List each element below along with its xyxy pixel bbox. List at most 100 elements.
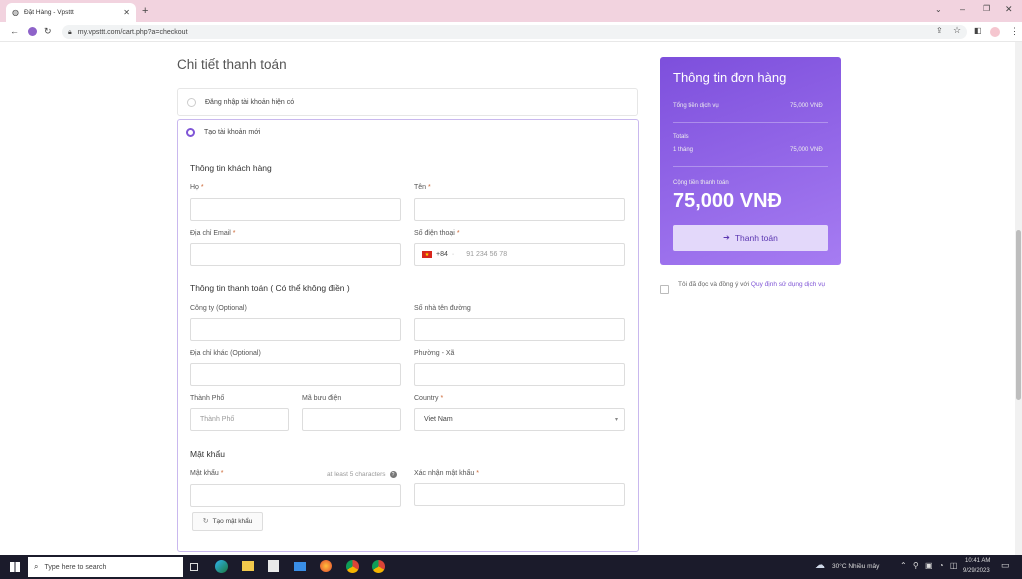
- billing-section-title: Thông tin thanh toán ( Có thể không điền…: [190, 283, 350, 293]
- first-name-input[interactable]: [414, 198, 625, 221]
- chrome-profile-icon[interactable]: [372, 560, 385, 573]
- browser-tab[interactable]: ◍ Đặt Hàng - Vpsttt ✕: [6, 3, 136, 22]
- tab-title: Đặt Hàng - Vpsttt: [23, 9, 74, 16]
- edge-icon[interactable]: [215, 560, 228, 573]
- period-value: 75,000 VNĐ: [790, 147, 823, 153]
- country-select[interactable]: Viet Nam ▾: [414, 408, 625, 431]
- street-input[interactable]: [414, 318, 625, 341]
- weather-text[interactable]: 30°C Nhiều mây: [832, 563, 879, 570]
- terms-checkbox[interactable]: [660, 285, 669, 294]
- scrollbar-thumb[interactable]: [1016, 230, 1021, 400]
- city-placeholder: Thành Phố: [200, 416, 235, 423]
- email-label: Địa chỉ Email *: [190, 230, 236, 237]
- summary-divider-1: [673, 122, 828, 123]
- page-title: Chi tiết thanh toán: [177, 57, 287, 72]
- taskbar-search[interactable]: ⌕ Type here to search: [28, 557, 183, 577]
- email-input[interactable]: [190, 243, 401, 266]
- grand-total-value: 75,000 VNĐ: [673, 190, 782, 212]
- file-explorer-icon[interactable]: [242, 561, 254, 571]
- profile-dot-icon[interactable]: [28, 27, 37, 36]
- sidepanel-icon[interactable]: ◧: [974, 27, 982, 35]
- postcode-input[interactable]: [302, 408, 401, 431]
- chrome-icon[interactable]: [346, 560, 359, 573]
- lock-icon: 🔒︎: [68, 28, 72, 36]
- arrow-right-icon: ➔: [723, 233, 730, 242]
- postcode-label: Mã bưu điện: [302, 395, 342, 402]
- bookmark-star-icon[interactable]: ☆: [953, 26, 961, 35]
- company-input[interactable]: [190, 318, 401, 341]
- minimize-icon[interactable]: –: [960, 5, 965, 14]
- confirm-password-label-text: Xác nhận mật khẩu: [414, 470, 475, 477]
- first-name-label: Tên *: [414, 184, 431, 191]
- ward-input[interactable]: [414, 363, 625, 386]
- country-label-text: Country: [414, 395, 439, 402]
- share-icon[interactable]: ⇪: [936, 27, 943, 35]
- create-radio[interactable]: [186, 128, 195, 137]
- phone-country-code[interactable]: +84: [436, 251, 448, 258]
- service-total-label: Tổng tiền dịch vụ: [673, 103, 719, 109]
- reload-icon[interactable]: ↻: [44, 27, 52, 36]
- browser-tab-bar: [0, 0, 1022, 22]
- vietnam-flag-icon: ★: [422, 251, 432, 258]
- terms-text: Tôi đã đọc và đồng ý với Quy định sử dụn…: [678, 279, 840, 291]
- login-label: Đăng nhập tài khoản hiện có: [205, 98, 295, 106]
- password-input[interactable]: [190, 484, 401, 507]
- mail-icon[interactable]: [294, 562, 306, 571]
- street-label: Số nhà tên đường: [414, 305, 471, 312]
- notifications-icon[interactable]: ▭: [1001, 561, 1010, 570]
- avatar[interactable]: [990, 27, 1000, 37]
- system-tray-icons[interactable]: ⌃ ⚲ ▣ ◔ ◫: [900, 561, 959, 570]
- menu-icon[interactable]: ⋮: [1010, 27, 1019, 36]
- search-icon: ⌕: [34, 562, 39, 571]
- windows-start-icon[interactable]: [10, 562, 20, 572]
- taskbar-date[interactable]: 9/29/2023: [963, 568, 990, 574]
- address2-input[interactable]: [190, 363, 401, 386]
- tab-search-icon[interactable]: ⌄: [935, 6, 942, 14]
- address-bar[interactable]: 🔒︎ my.vpsttt.com/cart.php?a=checkout: [62, 25, 967, 39]
- pay-button-label: Thanh toán: [734, 233, 778, 243]
- phone-placeholder: 91 234 56 78: [466, 251, 508, 258]
- pay-button[interactable]: ➔ Thanh toán: [673, 225, 828, 251]
- email-label-text: Địa chỉ Email: [190, 230, 231, 237]
- last-name-label-text: Họ: [190, 184, 199, 191]
- store-icon[interactable]: [268, 560, 279, 572]
- grand-total-label: Cộng tiền thanh toán: [673, 180, 729, 186]
- last-name-label: Họ *: [190, 184, 204, 191]
- password-hint: at least 5 characters ?: [327, 471, 397, 478]
- taskbar-search-text: Type here to search: [44, 563, 107, 571]
- terms-link[interactable]: Quy định sử dụng dịch vụ: [751, 281, 825, 288]
- maximize-icon[interactable]: ❐: [983, 5, 990, 13]
- totals-label: Totals: [673, 134, 689, 140]
- last-name-input[interactable]: [190, 198, 401, 221]
- confirm-password-input[interactable]: [414, 483, 625, 506]
- firefox-icon[interactable]: [320, 560, 332, 572]
- weather-cloud-icon: ☁: [815, 560, 825, 571]
- order-summary-title: Thông tin đơn hàng: [673, 70, 787, 85]
- country-value: Viet Nam: [424, 416, 453, 423]
- create-label: Tạo tài khoản mới: [204, 129, 261, 136]
- create-option[interactable]: Tạo tài khoản mới: [186, 128, 260, 137]
- confirm-password-label: Xác nhận mật khẩu *: [414, 470, 479, 477]
- city-input[interactable]: Thành Phố: [190, 408, 289, 431]
- ward-label: Phường - Xã: [414, 350, 455, 357]
- info-icon[interactable]: ?: [389, 471, 397, 478]
- task-view-icon[interactable]: [190, 563, 198, 571]
- login-radio[interactable]: [187, 97, 196, 107]
- terms-prefix: Tôi đã đọc và đồng ý với: [678, 281, 750, 288]
- new-tab-icon[interactable]: +: [142, 6, 148, 17]
- service-total-value: 75,000 VNĐ: [790, 103, 823, 109]
- taskbar-time[interactable]: 10:41 AM: [965, 558, 990, 564]
- customer-section-title: Thông tin khách hàng: [190, 163, 272, 173]
- back-icon[interactable]: ←: [10, 27, 19, 36]
- phone-label-text: Số điện thoại: [414, 230, 455, 237]
- generate-password-button[interactable]: ↻ Tạo mật khẩu: [192, 512, 263, 531]
- close-window-icon[interactable]: ✕: [1005, 5, 1013, 14]
- close-tab-icon[interactable]: ✕: [123, 8, 130, 17]
- password-hint-text: at least 5 characters: [327, 471, 386, 478]
- phone-input[interactable]: ★ +84 · 91 234 56 78: [414, 243, 625, 266]
- period-label: 1 tháng: [673, 147, 694, 153]
- login-option[interactable]: Đăng nhập tài khoản hiện có: [177, 88, 638, 116]
- first-name-label-text: Tên: [414, 184, 427, 191]
- globe-icon: ◍: [12, 7, 19, 17]
- country-label: Country *: [414, 395, 444, 402]
